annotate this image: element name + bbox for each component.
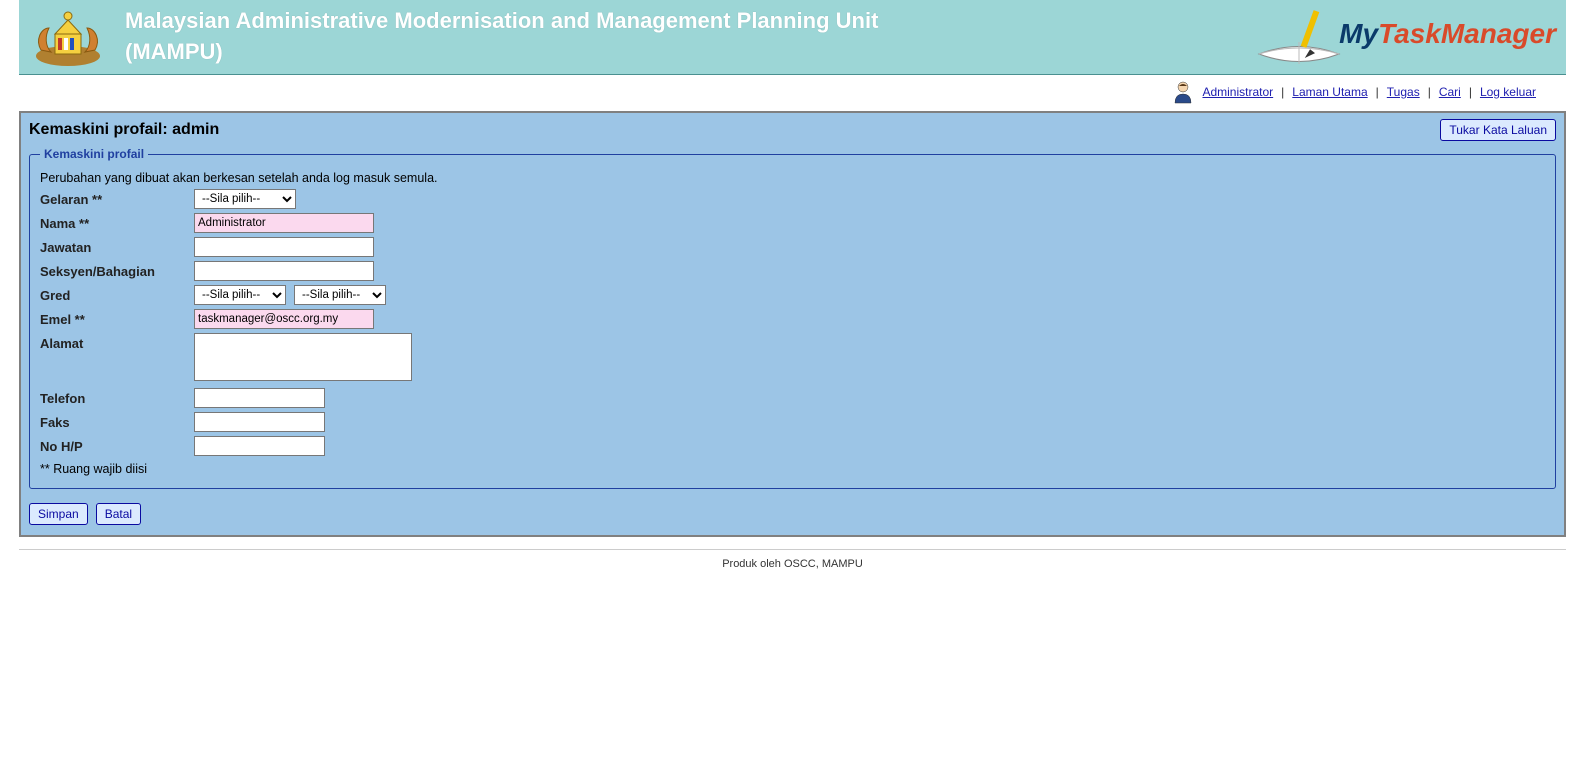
- logo-text-manager: Manager: [1441, 18, 1556, 50]
- input-emel[interactable]: [194, 309, 374, 329]
- separator: |: [1469, 85, 1472, 99]
- nav-tasks-link[interactable]: Tugas: [1387, 85, 1420, 99]
- crest-icon: [27, 6, 109, 68]
- required-note: ** Ruang wajib diisi: [40, 462, 1545, 476]
- footer-text: Produk oleh OSCC, MAMPU: [722, 558, 863, 570]
- header-band: Malaysian Administrative Modernisation a…: [19, 0, 1566, 75]
- label-faks: Faks: [40, 412, 194, 430]
- top-nav: Administrator | Laman Utama | Tugas | Ca…: [19, 75, 1566, 109]
- profile-fieldset: Kemaskini profail Perubahan yang dibuat …: [29, 147, 1556, 489]
- separator: |: [1428, 85, 1431, 99]
- footer: Produk oleh OSCC, MAMPU: [19, 549, 1566, 590]
- input-jawatan[interactable]: [194, 237, 374, 257]
- action-row: Simpan Batal: [21, 497, 1564, 535]
- app-logo: MyTaskManager: [1249, 4, 1556, 64]
- page-title: Kemaskini profail: admin: [29, 121, 219, 139]
- textarea-alamat[interactable]: [194, 333, 412, 381]
- logo-text-task: Task: [1378, 18, 1441, 50]
- cancel-button[interactable]: Batal: [96, 503, 141, 525]
- label-alamat: Alamat: [40, 333, 194, 351]
- nav-home-link[interactable]: Laman Utama: [1292, 85, 1367, 99]
- label-nama: Nama **: [40, 213, 194, 231]
- header-title-line1: Malaysian Administrative Modernisation a…: [125, 8, 878, 33]
- header-title: Malaysian Administrative Modernisation a…: [125, 6, 878, 68]
- form-note: Perubahan yang dibuat akan berkesan sete…: [40, 171, 1545, 185]
- select-gelaran[interactable]: --Sila pilih--: [194, 189, 296, 209]
- input-faks[interactable]: [194, 412, 325, 432]
- input-nama[interactable]: [194, 213, 374, 233]
- select-gred-2[interactable]: --Sila pilih--: [294, 285, 386, 305]
- label-telefon: Telefon: [40, 388, 194, 406]
- logo-book-icon: [1249, 4, 1349, 64]
- change-password-button[interactable]: Tukar Kata Laluan: [1440, 119, 1556, 141]
- separator: |: [1281, 85, 1284, 99]
- label-gelaran: Gelaran **: [40, 189, 194, 207]
- label-jawatan: Jawatan: [40, 237, 194, 255]
- select-gred-1[interactable]: --Sila pilih--: [194, 285, 286, 305]
- page-titlebar: Kemaskini profail: admin Tukar Kata Lalu…: [21, 113, 1564, 147]
- user-avatar-icon: [1170, 79, 1196, 105]
- input-seksyen[interactable]: [194, 261, 374, 281]
- label-gred: Gred: [40, 285, 194, 303]
- nav-user-link[interactable]: Administrator: [1202, 85, 1273, 99]
- input-telefon[interactable]: [194, 388, 325, 408]
- save-button[interactable]: Simpan: [29, 503, 88, 525]
- nav-search-link[interactable]: Cari: [1439, 85, 1461, 99]
- fieldset-legend: Kemaskini profail: [40, 147, 148, 161]
- label-emel: Emel **: [40, 309, 194, 327]
- label-seksyen: Seksyen/Bahagian: [40, 261, 194, 279]
- label-nohp: No H/P: [40, 436, 194, 454]
- nav-logout-link[interactable]: Log keluar: [1480, 85, 1536, 99]
- input-nohp[interactable]: [194, 436, 325, 456]
- main-content: Kemaskini profail: admin Tukar Kata Lalu…: [19, 111, 1566, 537]
- separator: |: [1376, 85, 1379, 99]
- header-title-line2: (MAMPU): [125, 39, 223, 64]
